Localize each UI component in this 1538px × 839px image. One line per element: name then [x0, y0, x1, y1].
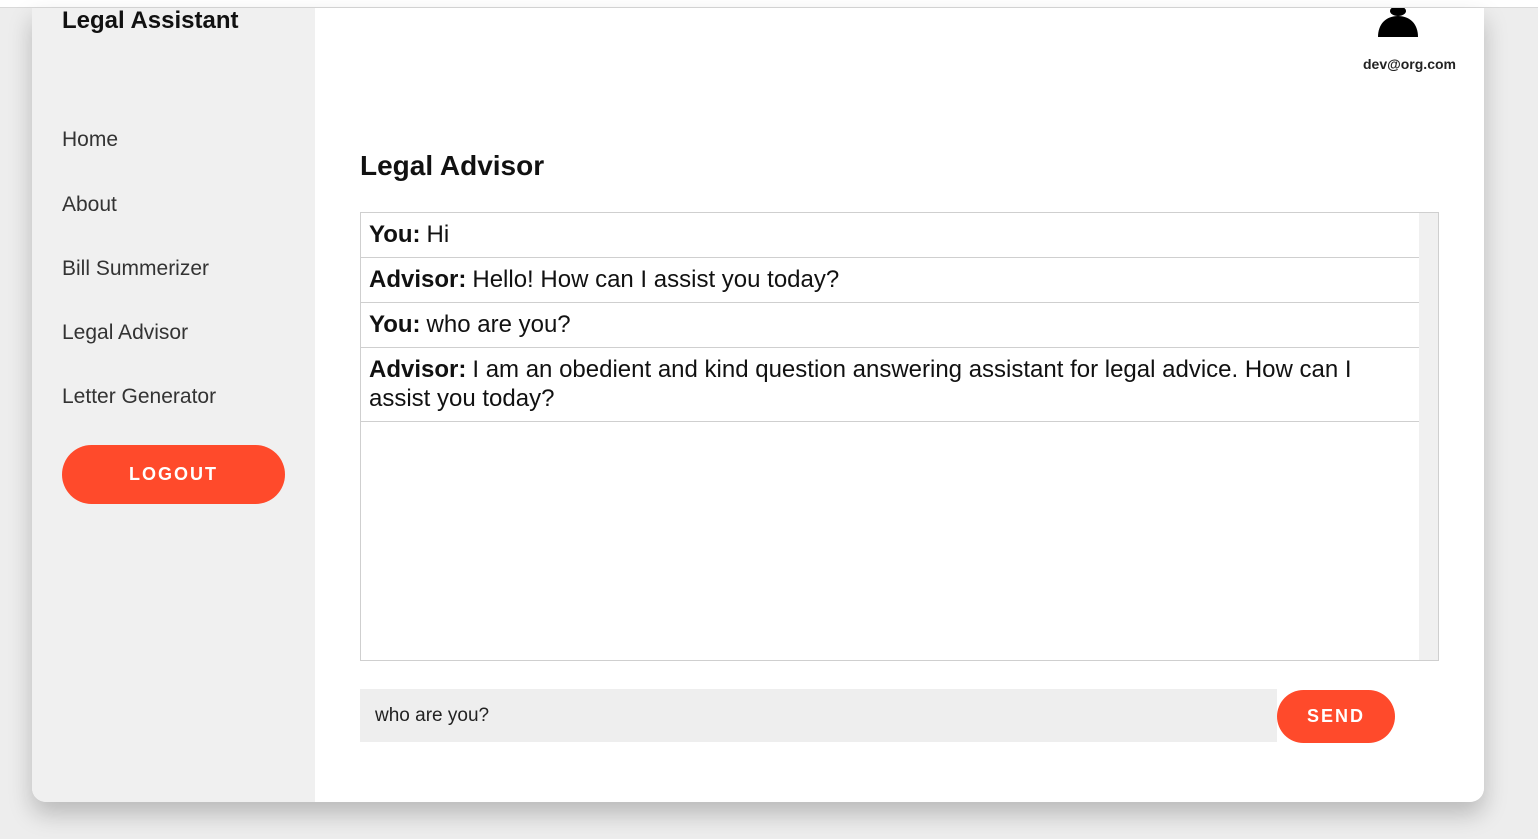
nav-item-bill-summerizer[interactable]: Bill Summerizer [62, 255, 209, 283]
message-list: You: Hi Advisor: Hello! How can I assist y… [361, 213, 1420, 422]
sidebar: Legal Assistant Home About Bill Summeriz… [32, 8, 315, 802]
chat-scrollbar[interactable] [1419, 213, 1438, 660]
sender-label: Advisor: [369, 266, 467, 293]
chat-history[interactable]: You: Hi Advisor: Hello! How can I assist y… [360, 212, 1439, 661]
chat-message-advisor: Advisor: I am an obedient and kind questi… [361, 348, 1420, 422]
chat-message-user: You: Hi [361, 213, 1420, 258]
message-composer: SEND [360, 689, 1395, 743]
user-email: dev@org.com [1362, 56, 1456, 72]
main-content: dev@org.com Legal Advisor You: Hi Advisor… [315, 8, 1484, 802]
logout-button[interactable]: LOGOUT [62, 445, 285, 504]
sender-label: Advisor: [369, 356, 467, 383]
message-input[interactable] [360, 689, 1277, 742]
chat-message-advisor: Advisor: Hello! How can I assist you toda… [361, 258, 1420, 303]
nav-item-legal-advisor[interactable]: Legal Advisor [62, 319, 188, 347]
browser-top-edge [0, 0, 1538, 8]
message-text: Hello! How can I assist you today? [472, 266, 840, 293]
nav-item-letter-generator[interactable]: Letter Generator [62, 383, 216, 411]
nav-item-about[interactable]: About [62, 191, 117, 219]
message-text: I am an obedient and kind question answe… [369, 356, 1352, 412]
brand-title: Legal Assistant [62, 8, 239, 34]
chat-message-user: You: who are you? [361, 303, 1420, 348]
nav-item-home[interactable]: Home [62, 126, 118, 154]
message-text: Hi [426, 221, 450, 248]
page-title: Legal Advisor [360, 150, 545, 181]
user-icon [1378, 8, 1418, 37]
user-profile[interactable]: dev@org.com [1316, 8, 1456, 78]
send-button[interactable]: SEND [1277, 690, 1395, 743]
sender-label: You: [369, 311, 421, 338]
message-text: who are you? [426, 311, 571, 338]
app-window: Legal Assistant Home About Bill Summeriz… [32, 8, 1484, 802]
sender-label: You: [369, 221, 421, 248]
